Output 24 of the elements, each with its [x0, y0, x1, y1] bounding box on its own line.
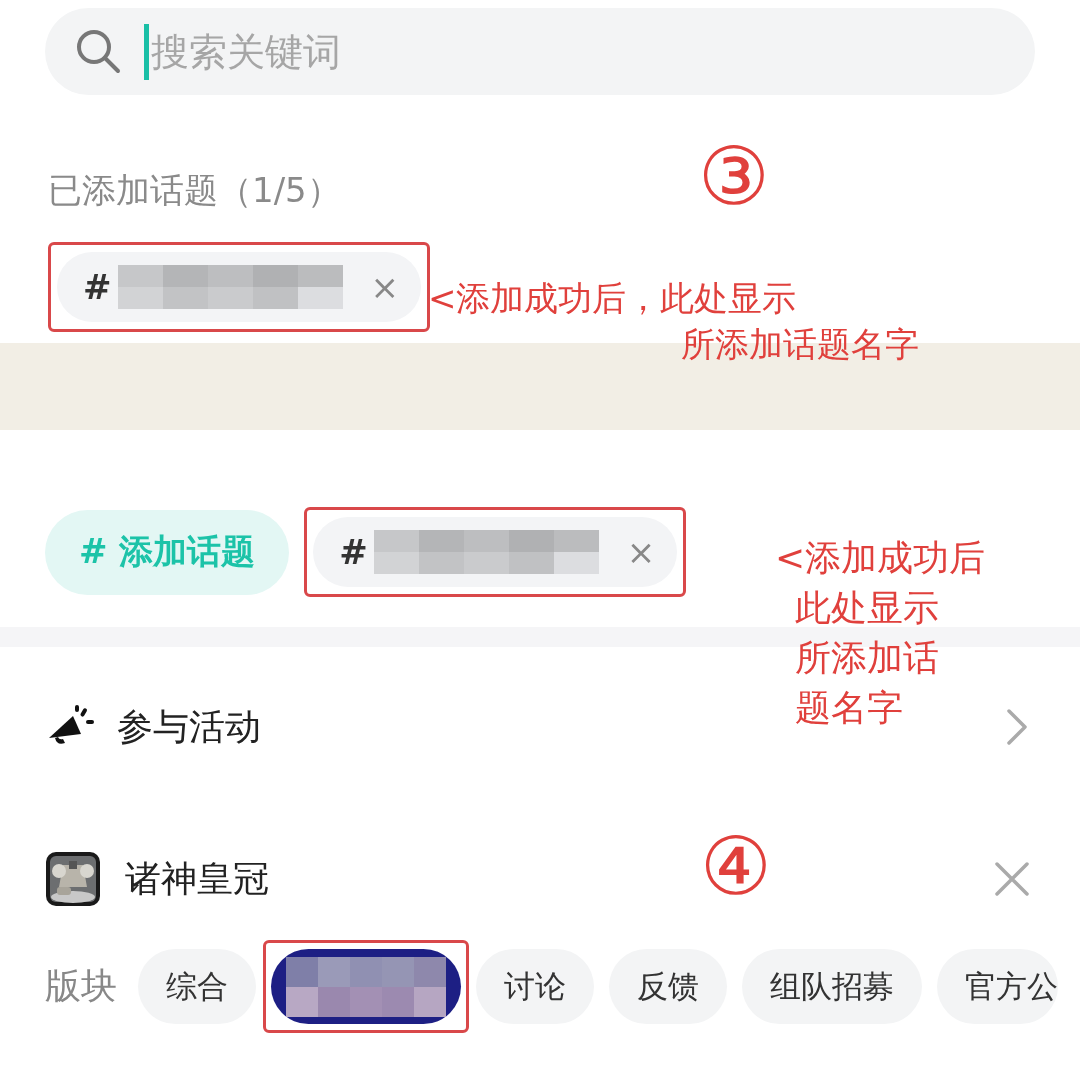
- hash-mark: #: [339, 532, 368, 572]
- board-chip[interactable]: 官方公: [937, 949, 1058, 1024]
- board-chip[interactable]: 讨论: [476, 949, 594, 1024]
- hash-mark: #: [83, 267, 112, 307]
- annotation-text: 此处显示: [795, 586, 939, 630]
- board-label: 版块: [45, 964, 117, 1008]
- chevron-right-icon: [1004, 707, 1030, 747]
- topic-chip[interactable]: # ×: [313, 517, 678, 587]
- armor-icon: [45, 851, 101, 907]
- search-field[interactable]: 搜索关键词: [45, 8, 1035, 95]
- annotation-text: <添加成功后: [775, 536, 986, 580]
- board-chip[interactable]: 组队招募: [742, 949, 922, 1024]
- section-heading: 已添加话题（1/5）: [48, 169, 341, 212]
- activity-label: 参与活动: [117, 704, 261, 749]
- step-number: ③: [698, 137, 770, 217]
- annotation-text: 所添加话题名字: [681, 323, 919, 366]
- board-chip[interactable]: 综合: [138, 949, 256, 1024]
- topic-chip[interactable]: # ×: [57, 252, 421, 322]
- annotation-text: 所添加话: [795, 636, 939, 680]
- step-number: ④: [700, 827, 772, 907]
- game-name: 诸神皇冠: [125, 856, 269, 901]
- annotation-text: <添加成功后，此处显示: [428, 277, 797, 320]
- board-chip[interactable]: 反馈: [609, 949, 727, 1024]
- annotation-text: 题名字: [795, 686, 903, 730]
